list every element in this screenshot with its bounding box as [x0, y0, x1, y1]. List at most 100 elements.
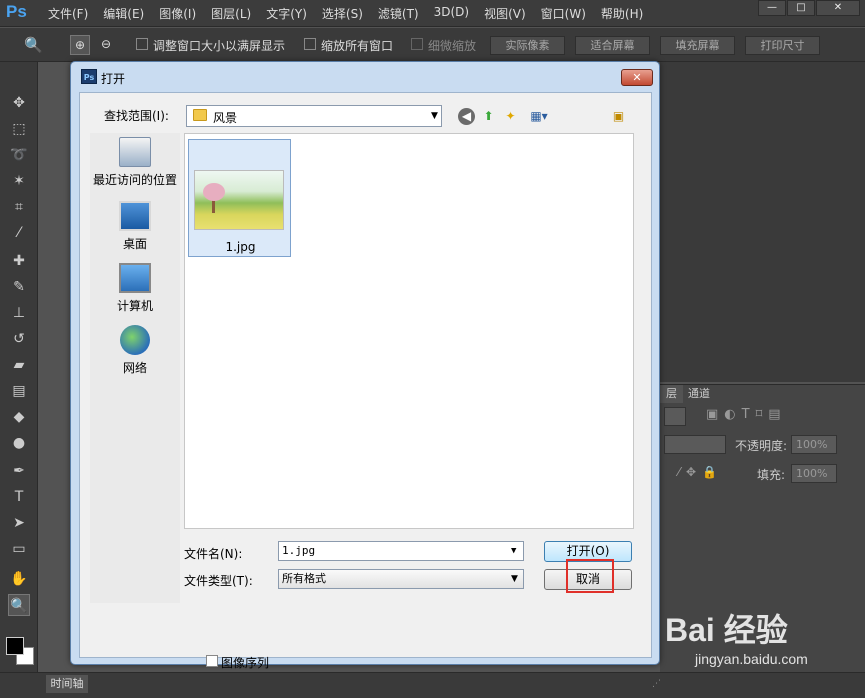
eraser-tool-icon[interactable]: ▰ — [8, 354, 30, 376]
desktop-icon — [119, 201, 151, 231]
clone-stamp-icon[interactable]: ⊥ — [8, 302, 30, 324]
image-sequence-checkbox[interactable] — [206, 655, 218, 667]
crop-tool-icon[interactable]: ⌗ — [8, 196, 30, 218]
photoshop-folder-icon[interactable]: ▣ — [610, 108, 627, 125]
menu-filter[interactable]: 滤镜(T) — [378, 5, 419, 22]
menu-3d[interactable]: 3D(D) — [434, 5, 469, 22]
menu-type[interactable]: 文字(Y) — [266, 5, 307, 22]
tab-layers[interactable]: 层 — [660, 385, 683, 403]
chevron-down-icon: ▼ — [511, 574, 518, 584]
file-item-name: 1.jpg — [225, 240, 256, 254]
photoshop-logo: Ps — [6, 2, 27, 21]
magic-wand-icon[interactable]: ✶ — [8, 170, 30, 192]
dodge-tool-icon[interactable]: ● — [8, 432, 30, 454]
computer-icon — [119, 263, 151, 293]
place-recent-label: 最近访问的位置 — [92, 173, 177, 187]
open-dialog: Ps 打开 ✕ 查找范围(I): 风景 ▼ ◀ ⬆ ✦ ▦▾ ▣ 最近访问的位置… — [70, 61, 661, 689]
fill-input[interactable]: 100% — [791, 464, 837, 483]
menu-image[interactable]: 图像(I) — [159, 5, 196, 22]
opacity-input[interactable]: 100% — [791, 435, 837, 454]
history-brush-icon[interactable]: ↺ — [8, 328, 30, 350]
menu-help[interactable]: 帮助(H) — [601, 5, 643, 22]
tab-timeline[interactable]: 时间轴 — [46, 675, 88, 693]
menu-layer[interactable]: 图层(L) — [211, 5, 251, 22]
dialog-close-button[interactable]: ✕ — [621, 69, 653, 86]
chevron-down-icon: ▼ — [511, 546, 517, 556]
fit-screen-button[interactable]: 适合屏幕 — [575, 36, 650, 55]
close-window-button[interactable]: ✕ — [816, 0, 860, 16]
file-item[interactable]: 1.jpg — [188, 139, 291, 257]
shape-tool-icon[interactable]: ▭ — [8, 538, 30, 560]
zoom-tool-icon[interactable]: 🔍 — [24, 36, 43, 54]
blur-tool-icon[interactable]: ◆ — [8, 406, 30, 428]
blend-mode-select[interactable] — [664, 435, 726, 454]
look-in-value: 风景 — [213, 111, 238, 125]
menubar: Ps 文件(F) 编辑(E) 图像(I) 图层(L) 文字(Y) 选择(S) 滤… — [0, 0, 865, 27]
scrubby-zoom-checkbox[interactable] — [411, 38, 423, 50]
zoom-all-checkbox[interactable] — [304, 38, 316, 50]
actual-pixels-button[interactable]: 实际像素 — [490, 36, 565, 55]
minimize-button[interactable]: — — [758, 0, 786, 16]
watermark-logo: Bai 经验 — [665, 612, 788, 648]
maximize-button[interactable]: □ — [787, 0, 815, 16]
layer-filter-select[interactable] — [664, 407, 686, 426]
resize-grip-icon[interactable]: ⋰ — [652, 679, 661, 689]
gradient-tool-icon[interactable]: ▤ — [8, 380, 30, 402]
type-tool-icon[interactable]: T — [8, 486, 30, 508]
filename-label: 文件名(N): — [184, 547, 243, 561]
menu-view[interactable]: 视图(V) — [484, 5, 526, 22]
menu-file[interactable]: 文件(F) — [48, 5, 88, 22]
back-icon[interactable]: ◀ — [458, 108, 475, 125]
places-bar: 最近访问的位置 桌面 计算机 网络 — [90, 133, 180, 603]
move-tool-icon[interactable]: ✥ — [8, 92, 30, 114]
resize-window-checkbox[interactable] — [136, 38, 148, 50]
layer-filter-icons[interactable]: ▣◐T⌑▤ — [706, 407, 787, 422]
place-desktop-label: 桌面 — [122, 237, 147, 251]
opacity-label: 不透明度: — [735, 439, 788, 453]
brush-tool-icon[interactable]: ✎ — [8, 276, 30, 298]
menu-edit[interactable]: 编辑(E) — [103, 5, 144, 22]
look-in-select[interactable]: 风景 ▼ — [186, 105, 442, 127]
place-desktop[interactable]: 桌面 — [90, 201, 180, 252]
highlight-box — [566, 559, 614, 593]
folder-icon — [193, 109, 207, 121]
filename-input[interactable]: 1.jpg ▼ — [278, 541, 524, 561]
tools-panel: ✥ ⬚ ➰ ✶ ⌗ ⁄ ✚ ✎ ⊥ ↺ ▰ ▤ ◆ ● ✒ T ➤ ▭ ✋ 🔍 — [0, 62, 38, 672]
view-menu-icon[interactable]: ▦▾ — [526, 108, 552, 125]
menu-select[interactable]: 选择(S) — [322, 5, 363, 22]
place-network[interactable]: 网络 — [90, 325, 180, 376]
path-selection-icon[interactable]: ➤ — [8, 512, 30, 534]
hand-tool-icon[interactable]: ✋ — [8, 568, 30, 590]
image-thumbnail — [194, 170, 284, 230]
lock-icons[interactable]: ⁄✥🔒 — [678, 465, 723, 479]
place-computer-label: 计算机 — [116, 299, 153, 313]
tab-channels[interactable]: 通道 — [682, 385, 716, 403]
filetype-select[interactable]: 所有格式 ▼ — [278, 569, 524, 589]
zoom-out-icon[interactable]: ⊖ — [96, 35, 116, 55]
foreground-color-swatch[interactable] — [6, 637, 24, 655]
pen-tool-icon[interactable]: ✒ — [8, 460, 30, 482]
marquee-tool-icon[interactable]: ⬚ — [8, 118, 30, 140]
place-recent[interactable]: 最近访问的位置 — [90, 137, 180, 188]
fill-screen-button[interactable]: 填充屏幕 — [660, 36, 735, 55]
healing-brush-icon[interactable]: ✚ — [8, 250, 30, 272]
watermark-url: jingyan.baidu.com — [695, 651, 808, 667]
dialog-ps-icon: Ps — [81, 69, 97, 84]
new-folder-icon[interactable]: ✦ — [502, 108, 519, 125]
up-folder-icon[interactable]: ⬆ — [480, 108, 497, 125]
menu-window[interactable]: 窗口(W) — [541, 5, 586, 22]
filename-value: 1.jpg — [282, 544, 316, 557]
zoom-in-icon[interactable]: ⊕ — [70, 35, 90, 55]
print-size-button[interactable]: 打印尺寸 — [745, 36, 820, 55]
zoom-tool-selected-icon[interactable]: 🔍 — [8, 594, 30, 616]
filetype-label: 文件类型(T): — [184, 574, 253, 588]
eyedropper-icon[interactable]: ⁄ — [8, 222, 30, 244]
place-network-label: 网络 — [122, 361, 147, 375]
dialog-body: 查找范围(I): 风景 ▼ ◀ ⬆ ✦ ▦▾ ▣ 最近访问的位置 桌面 计算机 — [79, 92, 661, 689]
recent-places-icon — [119, 137, 151, 167]
image-sequence-label: 图像序列 — [221, 656, 270, 670]
lasso-tool-icon[interactable]: ➰ — [8, 144, 30, 166]
bottom-bar: 时间轴 — [0, 672, 865, 698]
place-computer[interactable]: 计算机 — [90, 263, 180, 314]
chevron-down-icon: ▼ — [431, 111, 438, 121]
